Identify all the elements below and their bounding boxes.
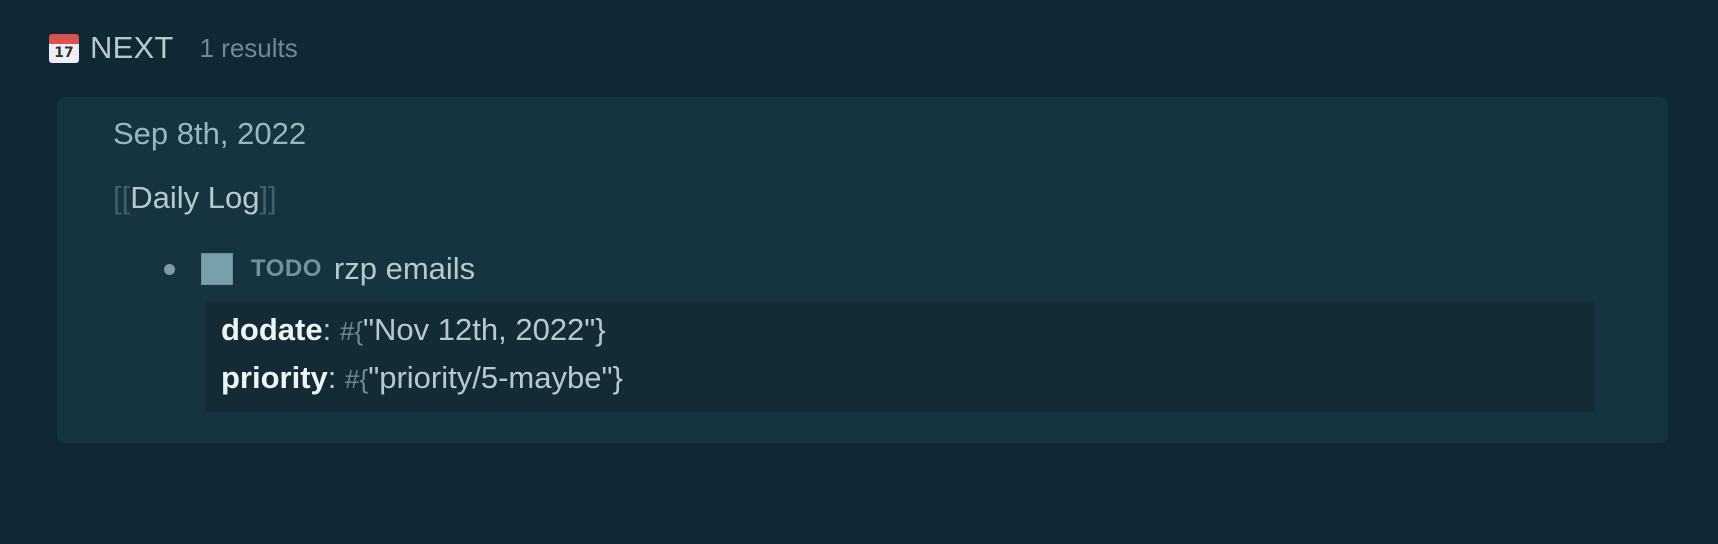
property-colon: : (322, 312, 332, 347)
todo-block: TODO rzp emails (164, 248, 475, 290)
property-value[interactable]: "priority/5-maybe"} (368, 360, 623, 395)
property-colon: : (327, 360, 337, 395)
query-header: 17 NEXT 1 results (48, 28, 298, 68)
query-title[interactable]: NEXT (90, 30, 173, 66)
property-key[interactable]: dodate (221, 312, 323, 347)
property-tag-prefix[interactable]: #{ (340, 316, 363, 346)
property-key[interactable]: priority (221, 360, 328, 395)
property-value[interactable]: "Nov 12th, 2022"} (363, 312, 606, 347)
property-row-priority: priority: #{"priority/5-maybe"} (221, 360, 623, 396)
block-properties: dodate: #{"Nov 12th, 2022"} priority: #{… (205, 302, 1595, 412)
page-ref-open-bracket: [[ (113, 180, 131, 215)
calendar-icon-day: 17 (49, 44, 79, 63)
property-tag-prefix[interactable]: #{ (345, 364, 368, 394)
calendar-icon: 17 (48, 32, 80, 64)
block-content[interactable]: rzp emails (334, 251, 475, 287)
block-bullet[interactable] (164, 263, 175, 275)
todo-checkbox[interactable] (201, 253, 233, 285)
result-page-link[interactable]: Sep 8th, 2022 (113, 116, 306, 152)
page-ref-label[interactable]: Daily Log (130, 180, 259, 215)
property-row-dodate: dodate: #{"Nov 12th, 2022"} (221, 312, 606, 348)
todo-marker[interactable]: TODO (251, 255, 322, 283)
query-result-count: 1 results (199, 32, 298, 63)
page-reference-daily-log[interactable]: [[Daily Log]] (113, 180, 277, 216)
page-ref-close-bracket: ]] (259, 180, 277, 215)
calendar-icon-top (49, 34, 79, 44)
